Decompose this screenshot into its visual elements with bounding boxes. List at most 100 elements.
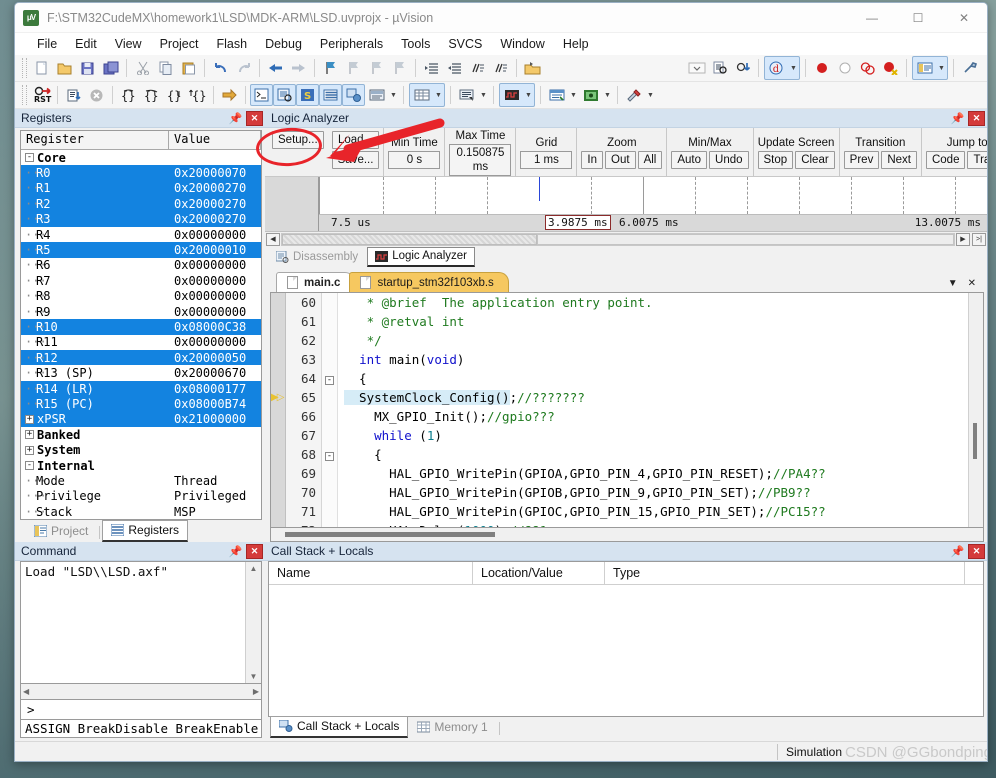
editor-code-text[interactable]: * @brief The application entry point. * …	[338, 293, 968, 527]
la-jumpto-code-button[interactable]: Code	[925, 150, 966, 169]
register-row[interactable]: ··· R13 (SP) 0x20000670	[21, 365, 261, 380]
tab-memory-1[interactable]: Memory 1	[408, 717, 496, 738]
save-icon[interactable]	[76, 57, 99, 79]
symbols-window-icon[interactable]: S	[296, 84, 319, 106]
editor-hscroll-thumb[interactable]	[285, 532, 495, 537]
open-file-icon[interactable]	[53, 57, 76, 79]
bookmark-toggle-icon[interactable]	[319, 57, 342, 79]
register-row[interactable]: ··· R11 0x00000000	[21, 335, 261, 350]
fold-collapse-icon[interactable]: -	[325, 452, 334, 461]
watch-window-icon[interactable]	[365, 84, 388, 106]
la-scroll-track[interactable]	[281, 232, 955, 246]
column-header-type[interactable]: Type	[605, 562, 965, 584]
callstack-table[interactable]: Name Location/Value Type	[268, 561, 984, 717]
tab-logic-analyzer[interactable]: Logic Analyzer	[367, 247, 475, 267]
bookmark-prev-icon[interactable]	[342, 57, 365, 79]
la-grid-value[interactable]: 1 ms	[520, 150, 573, 169]
breakpoint-slot[interactable]	[271, 502, 285, 521]
menu-flash[interactable]: Flash	[207, 35, 256, 53]
uncomment-icon[interactable]	[489, 57, 512, 79]
tab-registers[interactable]: Registers	[102, 520, 189, 542]
outdent-icon[interactable]	[443, 57, 466, 79]
register-row[interactable]: + xPSR 0x21000000	[21, 411, 261, 428]
debug-session-dropdown-icon[interactable]: ▼	[788, 57, 799, 79]
bookmark-clear-icon[interactable]	[388, 57, 411, 79]
editor-fold-gutter[interactable]: --	[322, 293, 338, 527]
run-to-cursor-icon[interactable]: {}	[186, 84, 209, 106]
indent-icon[interactable]	[420, 57, 443, 79]
file-tab-startup-s[interactable]: startup_stm32f103xb.s	[349, 272, 509, 292]
register-row[interactable]: ··· R12 0x20000050	[21, 350, 261, 366]
current-statement-arrow-icon[interactable]: ▶▷	[271, 388, 285, 407]
memory-window-dropdown-icon[interactable]: ▼	[433, 84, 444, 106]
call-stack-icon[interactable]	[342, 84, 365, 106]
la-scroll-page[interactable]	[537, 233, 954, 245]
register-row[interactable]: ··· R5 0x20000010	[21, 242, 261, 258]
system-viewer-icon[interactable]	[579, 84, 602, 106]
command-vertical-scrollbar[interactable]: ▲ ▼	[245, 562, 261, 683]
minimize-button[interactable]: —	[849, 3, 895, 33]
la-scroll-right-icon[interactable]: ▶	[956, 232, 970, 246]
save-all-icon[interactable]	[99, 57, 122, 79]
toolbox-dropdown-icon[interactable]: ▼	[645, 84, 656, 106]
find-in-files-icon[interactable]	[708, 57, 731, 79]
trace-window-icon[interactable]	[545, 84, 568, 106]
logic-analyzer-canvas[interactable]: 7.5 us 3.9875 ms 6.0075 ms 13.0075 ms	[265, 177, 987, 231]
la-save-button[interactable]: Save...	[331, 151, 380, 169]
configure-target-icon[interactable]	[521, 57, 544, 79]
register-row[interactable]: ··· R6 0x00000000	[21, 258, 261, 273]
register-row[interactable]: ··· R14 (LR) 0x08000177	[21, 380, 261, 397]
la-zoom-out-button[interactable]: Out	[605, 150, 636, 169]
toolbar-grip-icon[interactable]	[22, 58, 27, 78]
dropdown-chevron-icon[interactable]	[685, 57, 708, 79]
register-row[interactable]: ··· R15 (PC) 0x08000B74	[21, 396, 261, 412]
logic-analyzer-dropdown-icon[interactable]: ▼	[523, 84, 534, 106]
menu-tools[interactable]: Tools	[392, 35, 439, 53]
la-jumpto-trace-button[interactable]: Trace	[967, 150, 987, 169]
copy-icon[interactable]	[154, 57, 177, 79]
la-minmax-auto-button[interactable]: Auto	[671, 150, 708, 169]
editor-horizontal-scrollbar[interactable]	[270, 528, 984, 542]
command-input[interactable]: >	[20, 700, 262, 720]
menu-debug[interactable]: Debug	[256, 35, 311, 53]
fold-slot[interactable]	[322, 331, 337, 350]
expand-icon[interactable]: +	[25, 430, 34, 440]
breakpoint-slot[interactable]	[271, 521, 285, 527]
project-window-icon[interactable]	[913, 57, 936, 79]
pin-icon[interactable]: 📌	[228, 111, 243, 126]
comment-icon[interactable]	[466, 57, 489, 79]
register-row[interactable]: - Core	[21, 150, 261, 165]
configure-icon[interactable]	[958, 57, 981, 79]
collapse-icon[interactable]: -	[25, 153, 34, 163]
register-row[interactable]: ··· R10 0x08000C38	[21, 319, 261, 335]
pin-icon[interactable]: 📌	[228, 544, 243, 559]
close-icon[interactable]: ✕	[246, 543, 263, 559]
menu-window[interactable]: Window	[491, 35, 553, 53]
la-ruler-cursor[interactable]: 3.9875 ms	[545, 215, 611, 230]
scroll-left-icon[interactable]: ◀	[23, 687, 29, 696]
la-scroll-thumb[interactable]	[282, 233, 538, 245]
la-transition-next-button[interactable]: Next	[881, 150, 917, 169]
memory-window-icon[interactable]	[410, 84, 433, 106]
tab-list-dropdown-icon[interactable]: ▼	[948, 278, 958, 289]
register-row[interactable]: ··· Stack MSP	[21, 504, 261, 519]
breakpoint-toggle-icon[interactable]	[856, 57, 879, 79]
la-max-time-value[interactable]: 0.150875 ms	[449, 143, 512, 176]
menu-project[interactable]: Project	[151, 35, 208, 53]
expand-icon[interactable]: +	[25, 414, 34, 424]
close-icon[interactable]: ✕	[246, 110, 263, 126]
trace-window-dropdown-icon[interactable]: ▼	[568, 84, 579, 106]
register-row[interactable]: + Banked	[21, 427, 261, 442]
close-icon[interactable]: ✕	[968, 110, 985, 126]
la-time-cursor[interactable]	[539, 177, 540, 201]
menu-view[interactable]: View	[106, 35, 151, 53]
la-setup-button[interactable]: Setup...	[272, 131, 324, 149]
register-row[interactable]: ··· R9 0x00000000	[21, 304, 261, 319]
fold-slot[interactable]	[322, 426, 337, 445]
fold-slot[interactable]	[322, 350, 337, 369]
menu-edit[interactable]: Edit	[66, 35, 106, 53]
menu-peripherals[interactable]: Peripherals	[311, 35, 392, 53]
la-scroll-end-icon[interactable]: >|	[972, 232, 986, 246]
register-row[interactable]: + System	[21, 442, 261, 457]
breakpoint-slot[interactable]	[271, 407, 285, 426]
